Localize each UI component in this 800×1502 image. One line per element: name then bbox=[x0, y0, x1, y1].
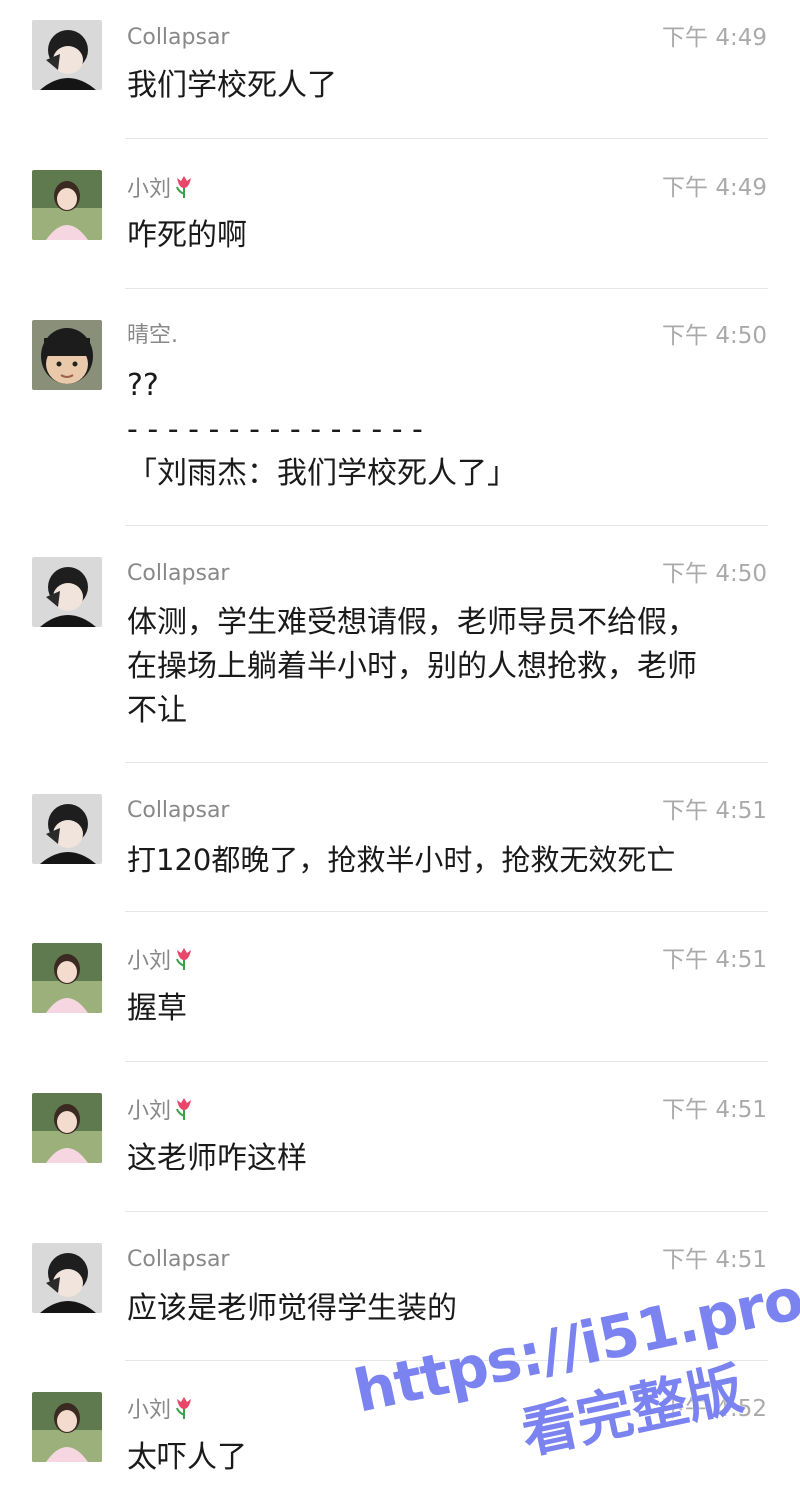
message-text: 应该是老师觉得学生装的 bbox=[127, 1291, 457, 1326]
message-text: ?? - - - - - - - - - - - - - - - 「刘雨杰：我们… bbox=[127, 368, 517, 491]
sender-name: 小刘 bbox=[127, 1395, 195, 1427]
sender-name: Collapsar bbox=[127, 561, 230, 586]
timestamp: 下午 4:51 bbox=[662, 1247, 767, 1273]
message-text: 太吓人了 bbox=[127, 1440, 247, 1475]
message-text: 打120都晚了，抢救半小时，抢救无效死亡 bbox=[127, 843, 676, 877]
avatar[interactable] bbox=[32, 1243, 102, 1313]
collapsar-avatar-icon bbox=[32, 794, 102, 864]
divider bbox=[125, 1211, 768, 1212]
timestamp: 下午 4:50 bbox=[662, 561, 767, 587]
sender-name: Collapsar bbox=[127, 798, 230, 823]
divider bbox=[125, 1360, 768, 1361]
timestamp: 下午 4:51 bbox=[662, 947, 767, 973]
sender-name: Collapsar bbox=[127, 25, 230, 50]
sender-name: 晴空. bbox=[127, 323, 178, 348]
timestamp: 下午 4:52 bbox=[662, 1396, 767, 1422]
message-text: 这老师咋这样 bbox=[127, 1141, 307, 1176]
avatar[interactable] bbox=[32, 170, 102, 240]
qingkong-avatar-icon bbox=[32, 320, 102, 390]
divider bbox=[125, 288, 768, 289]
timestamp: 下午 4:49 bbox=[662, 25, 767, 51]
avatar[interactable] bbox=[32, 1093, 102, 1163]
collapsar-avatar-icon bbox=[32, 20, 102, 90]
avatar[interactable] bbox=[32, 1392, 102, 1462]
message-text: 握草 bbox=[127, 991, 187, 1026]
collapsar-avatar-icon bbox=[32, 557, 102, 627]
divider bbox=[125, 525, 768, 526]
xiaoliu-avatar-icon bbox=[32, 170, 102, 240]
sender-name: 小刘 bbox=[127, 174, 195, 206]
sender-name: 小刘 bbox=[127, 1096, 195, 1128]
timestamp: 下午 4:51 bbox=[662, 798, 767, 824]
timestamp: 下午 4:49 bbox=[662, 175, 767, 201]
tulip-icon bbox=[173, 1096, 195, 1128]
collapsar-avatar-icon bbox=[32, 1243, 102, 1313]
timestamp: 下午 4:50 bbox=[662, 323, 767, 349]
sender-name: Collapsar bbox=[127, 1247, 230, 1272]
tulip-icon bbox=[173, 174, 195, 206]
avatar[interactable] bbox=[32, 943, 102, 1013]
message-text: 我们学校死人了 bbox=[127, 68, 337, 103]
xiaoliu-avatar-icon bbox=[32, 1392, 102, 1462]
avatar[interactable] bbox=[32, 20, 102, 90]
xiaoliu-avatar-icon bbox=[32, 943, 102, 1013]
divider bbox=[125, 762, 768, 763]
message-text: 咋死的啊 bbox=[127, 218, 247, 253]
timestamp: 下午 4:51 bbox=[662, 1097, 767, 1123]
avatar[interactable] bbox=[32, 320, 102, 390]
message-text: 体测，学生难受想请假，老师导员不给假，在操场上躺着半小时，别的人想抢救，老师不让 bbox=[127, 605, 697, 728]
tulip-icon bbox=[173, 1395, 195, 1427]
avatar[interactable] bbox=[32, 794, 102, 864]
divider bbox=[125, 138, 768, 139]
divider bbox=[125, 1061, 768, 1062]
tulip-icon bbox=[173, 946, 195, 978]
avatar[interactable] bbox=[32, 557, 102, 627]
divider bbox=[125, 911, 768, 912]
xiaoliu-avatar-icon bbox=[32, 1093, 102, 1163]
sender-name: 小刘 bbox=[127, 946, 195, 978]
